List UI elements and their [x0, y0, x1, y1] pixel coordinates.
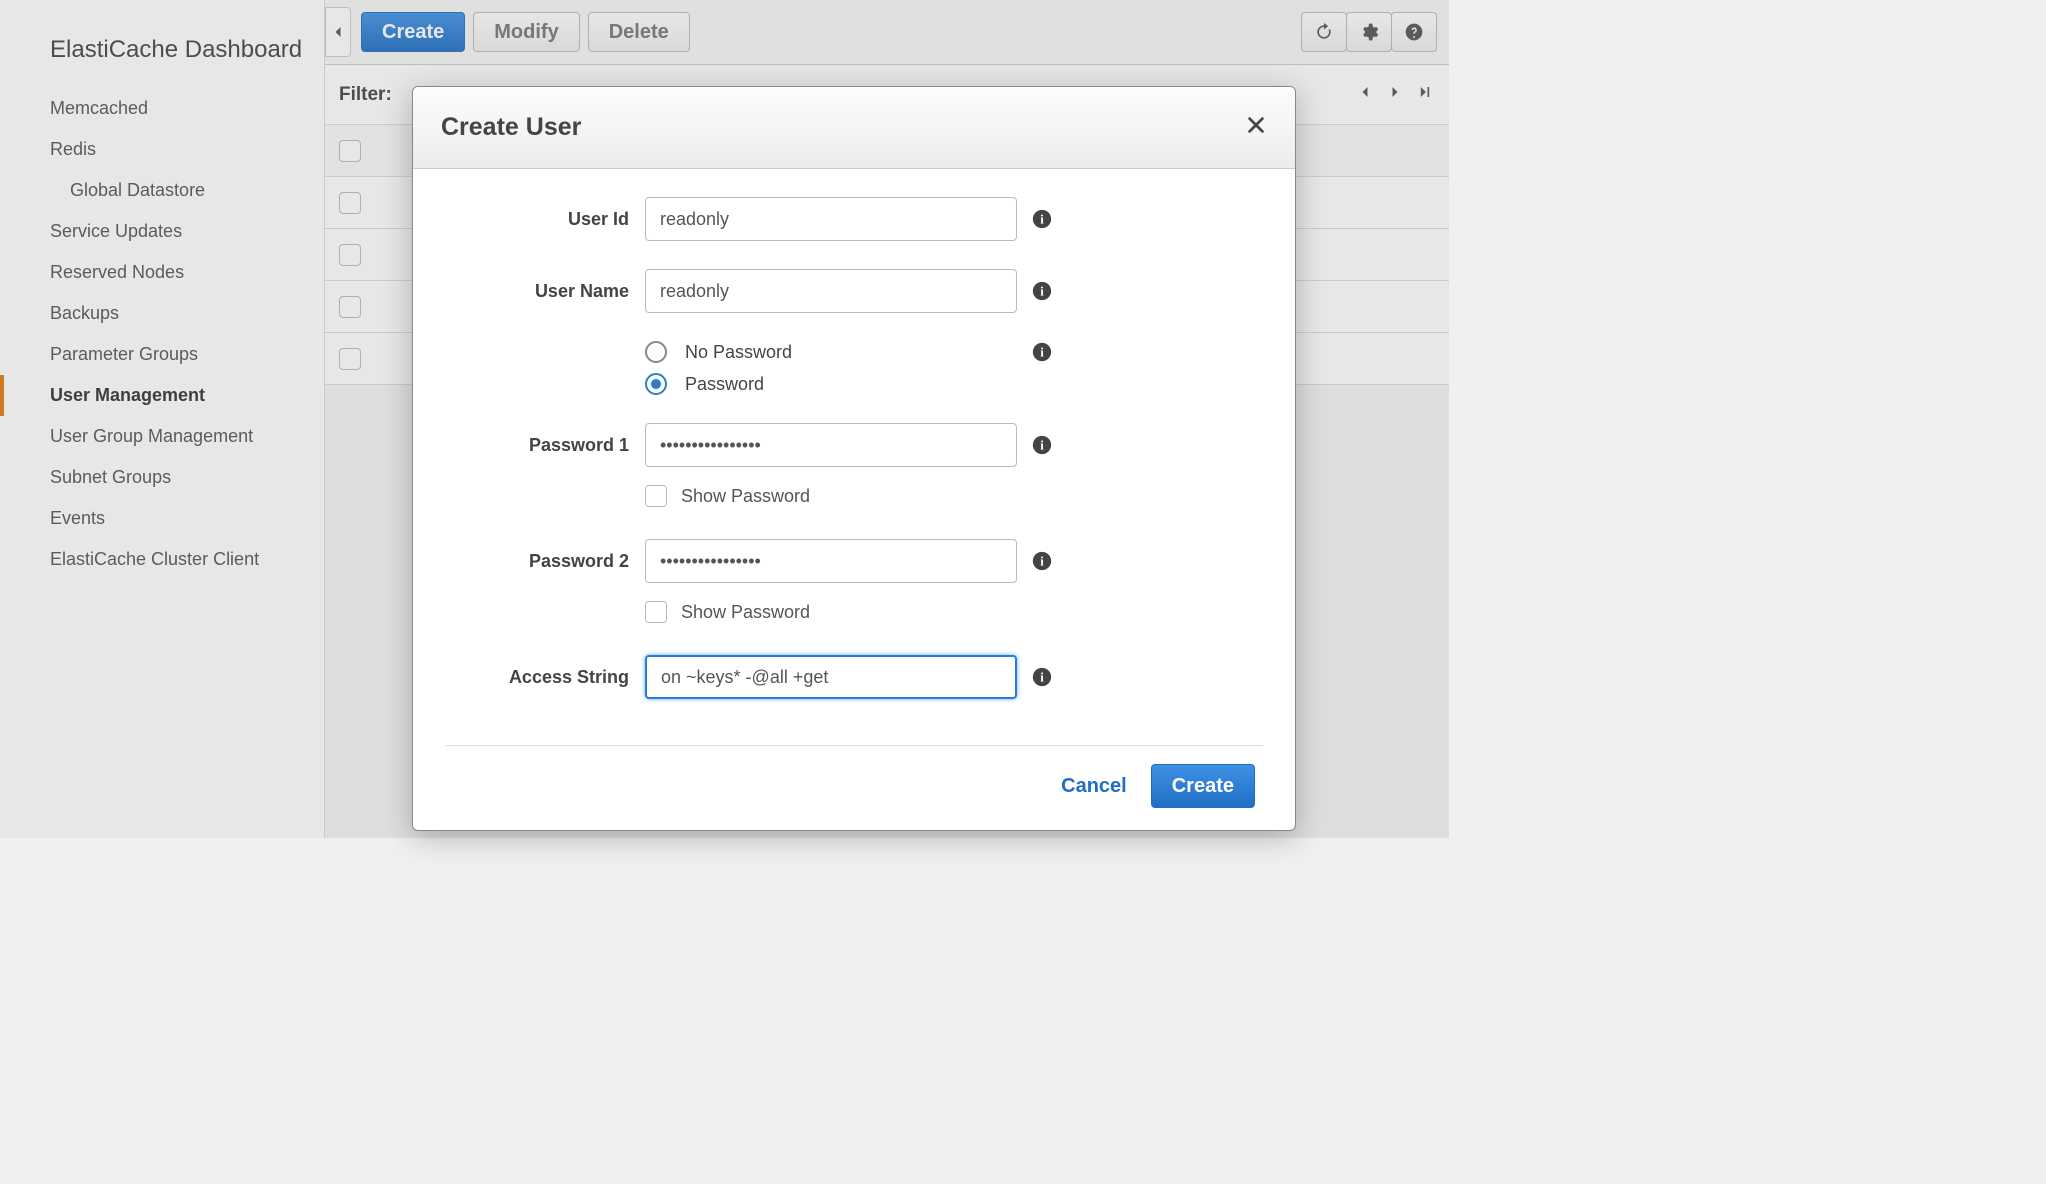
caret-left-icon: [328, 22, 348, 42]
user-name-input[interactable]: [645, 269, 1017, 313]
gear-icon: [1359, 22, 1379, 42]
sidebar-title: ElastiCache Dashboard: [0, 18, 324, 88]
sidebar-item-memcached[interactable]: Memcached: [0, 88, 324, 129]
page-prev-button[interactable]: [1355, 82, 1375, 108]
info-icon[interactable]: i: [1031, 208, 1053, 230]
user-name-label: User Name: [445, 281, 645, 302]
show-password2-label: Show Password: [681, 602, 810, 623]
settings-button[interactable]: [1346, 12, 1392, 52]
no-password-radio[interactable]: [645, 341, 667, 363]
modify-button[interactable]: Modify: [473, 12, 579, 52]
sidebar-item-parameter-groups[interactable]: Parameter Groups: [0, 334, 324, 375]
filter-label: Filter:: [339, 84, 392, 106]
row-checkbox[interactable]: [339, 192, 361, 214]
refresh-button[interactable]: [1301, 12, 1347, 52]
refresh-icon: [1314, 22, 1334, 42]
password2-input[interactable]: [645, 539, 1017, 583]
toolbar: Create Modify Delete: [325, 0, 1449, 65]
row-checkbox[interactable]: [339, 296, 361, 318]
sidebar-item-elasticache-cluster-client[interactable]: ElastiCache Cluster Client: [0, 539, 324, 580]
svg-text:i: i: [1040, 346, 1044, 360]
row-checkbox[interactable]: [339, 244, 361, 266]
password1-input[interactable]: [645, 423, 1017, 467]
info-icon[interactable]: i: [1031, 280, 1053, 302]
password-radio[interactable]: [645, 373, 667, 395]
info-icon[interactable]: i: [1031, 341, 1053, 363]
info-icon[interactable]: i: [1031, 666, 1053, 688]
svg-text:i: i: [1040, 285, 1044, 299]
sidebar-item-global-datastore[interactable]: Global Datastore: [0, 170, 324, 211]
show-password1-checkbox[interactable]: [645, 485, 667, 507]
modal-close-button[interactable]: [1245, 112, 1267, 143]
help-button[interactable]: [1391, 12, 1437, 52]
close-icon: [1245, 114, 1267, 136]
create-button[interactable]: Create: [361, 12, 465, 52]
page-next-button[interactable]: [1385, 82, 1405, 108]
help-icon: [1404, 22, 1424, 42]
info-icon[interactable]: i: [1031, 434, 1053, 456]
pager: [1355, 82, 1435, 108]
password2-label: Password 2: [445, 551, 645, 572]
no-password-label: No Password: [685, 342, 792, 363]
show-password2-checkbox[interactable]: [645, 601, 667, 623]
sidebar-item-backups[interactable]: Backups: [0, 293, 324, 334]
access-string-label: Access String: [445, 667, 645, 688]
sidebar-item-user-group-management[interactable]: User Group Management: [0, 416, 324, 457]
sidebar-item-subnet-groups[interactable]: Subnet Groups: [0, 457, 324, 498]
sidebar-item-service-updates[interactable]: Service Updates: [0, 211, 324, 252]
info-icon[interactable]: i: [1031, 550, 1053, 572]
row-checkbox[interactable]: [339, 348, 361, 370]
password1-label: Password 1: [445, 435, 645, 456]
last-page-icon: [1415, 82, 1435, 102]
modal-title: Create User: [441, 113, 581, 142]
chevron-left-icon: [1355, 82, 1375, 102]
user-id-input[interactable]: [645, 197, 1017, 241]
password-label: Password: [685, 374, 764, 395]
svg-text:i: i: [1040, 555, 1044, 569]
user-id-label: User Id: [445, 209, 645, 230]
modal-header: Create User: [413, 87, 1295, 169]
svg-text:i: i: [1040, 671, 1044, 685]
page-last-button[interactable]: [1415, 82, 1435, 108]
sidebar-item-redis[interactable]: Redis: [0, 129, 324, 170]
create-user-modal: Create User User Id i User Name i No Pas…: [412, 86, 1296, 831]
show-password1-label: Show Password: [681, 486, 810, 507]
create-user-button[interactable]: Create: [1151, 764, 1255, 808]
delete-button[interactable]: Delete: [588, 12, 690, 52]
chevron-right-icon: [1385, 82, 1405, 102]
svg-text:i: i: [1040, 213, 1044, 227]
access-string-input[interactable]: [645, 655, 1017, 699]
sidebar: ElastiCache Dashboard MemcachedRedisGlob…: [0, 0, 325, 838]
sidebar-item-events[interactable]: Events: [0, 498, 324, 539]
sidebar-item-reserved-nodes[interactable]: Reserved Nodes: [0, 252, 324, 293]
select-all-checkbox[interactable]: [339, 140, 361, 162]
sidebar-item-user-management[interactable]: User Management: [0, 375, 324, 416]
sidebar-collapse-button[interactable]: [325, 7, 351, 57]
svg-text:i: i: [1040, 439, 1044, 453]
cancel-button[interactable]: Cancel: [1061, 775, 1127, 798]
